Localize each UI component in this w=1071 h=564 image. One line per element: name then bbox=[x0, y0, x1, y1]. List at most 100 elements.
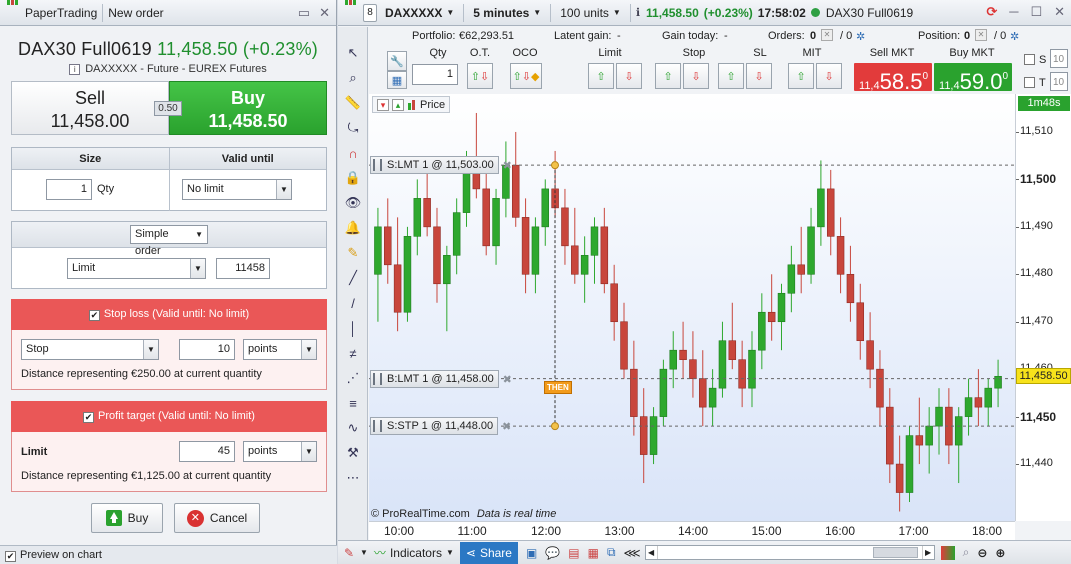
price-axis[interactable]: 1m48s 11,44011,45011,46011,47011,48011,4… bbox=[1015, 94, 1071, 521]
stop-buy-button[interactable]: ⇧ bbox=[655, 63, 681, 89]
buy-button[interactable]: Buy 11,458.50 bbox=[169, 81, 327, 135]
minimize-icon[interactable]: ─ bbox=[1009, 4, 1018, 20]
share-button[interactable]: ⋖ Share bbox=[459, 541, 518, 564]
drag-handle-icon[interactable] bbox=[373, 420, 382, 433]
tab-papertrading[interactable]: PaperTrading bbox=[25, 6, 97, 20]
eye-icon[interactable]: 👁 bbox=[341, 192, 365, 214]
sell-marker-icon[interactable]: ▾ bbox=[377, 98, 389, 111]
scroll-right-icon[interactable]: ▶ bbox=[921, 546, 934, 559]
horizontal-scrollbar[interactable]: ◀ ▶ bbox=[644, 545, 935, 560]
ot-button[interactable]: ⇧ ⇩ bbox=[467, 63, 493, 89]
orders-clear-icon[interactable]: ✕ bbox=[821, 29, 833, 41]
position-settings-icon[interactable]: ✲ bbox=[1010, 30, 1019, 43]
compare-icon[interactable]: ⧉ bbox=[607, 545, 616, 560]
order-label[interactable]: B:LMT 1 @ 11,458.00 ✖ bbox=[370, 369, 512, 388]
stop-unit-select[interactable]: points ▼ bbox=[243, 339, 317, 360]
zoom-fit-icon[interactable]: ⌕ bbox=[963, 545, 970, 560]
alert-bell-icon[interactable]: 🔔 bbox=[341, 217, 365, 239]
scroll-left-icon[interactable]: ◀ bbox=[646, 546, 658, 559]
time-axis[interactable]: 10:00 11:00 12:00 13:00 14:00 15:00 16:00 17:00… bbox=[369, 521, 1015, 540]
stop-type-select[interactable]: Stop ▼ bbox=[21, 339, 159, 360]
order-label[interactable]: S:STP 1 @ 11,448.00 ✖ bbox=[370, 417, 511, 436]
units-select[interactable]: 100 units ▼ bbox=[556, 3, 625, 23]
wave-icon[interactable]: ∿ bbox=[341, 417, 365, 439]
scroll-thumb[interactable] bbox=[872, 547, 918, 558]
line-icon[interactable]: / bbox=[341, 292, 365, 314]
pencil-icon[interactable]: ✎ bbox=[338, 546, 360, 560]
ruler-icon[interactable]: 📏 bbox=[341, 92, 365, 114]
indicators-button[interactable]: Indicators bbox=[390, 546, 442, 560]
buy-mkt-button[interactable]: 11,459.00 bbox=[934, 63, 1012, 94]
t-checkbox[interactable] bbox=[1024, 77, 1035, 88]
order-label[interactable]: S:LMT 1 @ 11,503.00 ✖ bbox=[370, 156, 512, 175]
sl-sell-button[interactable]: ⇩ bbox=[746, 63, 772, 89]
chart-info-icon[interactable]: ℹ bbox=[636, 6, 640, 19]
profit-target-header[interactable]: ✔ Profit target (Valid until: No limit) bbox=[11, 401, 327, 432]
mit-sell-button[interactable]: ⇩ bbox=[816, 63, 842, 89]
orders-settings-icon[interactable]: ✲ bbox=[856, 30, 865, 43]
sell-mkt-button[interactable]: 11,458.50 bbox=[854, 63, 932, 94]
vertical-line-icon[interactable]: │ bbox=[341, 317, 365, 339]
drag-handle-icon[interactable] bbox=[373, 372, 382, 385]
oco-button[interactable]: ⇧ ⇩ ◆ bbox=[510, 63, 542, 89]
info-icon[interactable]: i bbox=[69, 64, 81, 75]
t-points-input[interactable]: 10 bbox=[1050, 72, 1068, 91]
screener-icon[interactable]: ▣ bbox=[526, 546, 537, 560]
timeframe-select[interactable]: 5 minutes ▼ bbox=[469, 3, 545, 23]
grid-icon[interactable]: ▦ bbox=[588, 546, 599, 560]
minimize-icon[interactable]: ▭ bbox=[298, 5, 310, 21]
drag-handle-icon[interactable] bbox=[373, 159, 382, 172]
color-icon[interactable] bbox=[940, 545, 955, 560]
magnet-icon[interactable]: ∩ bbox=[341, 142, 365, 164]
valid-until-select[interactable]: No limit ▼ bbox=[182, 179, 292, 200]
comments-icon[interactable]: 💬 bbox=[545, 546, 560, 560]
close-order-icon[interactable]: ✖ bbox=[502, 419, 511, 435]
alert-edit-icon[interactable]: ✎ bbox=[341, 242, 365, 264]
preview-checkbox[interactable]: ✔ bbox=[5, 551, 16, 562]
zoom-icon[interactable]: ⌕ bbox=[341, 67, 365, 89]
qty-input[interactable]: 1 bbox=[46, 179, 92, 200]
chevron-down-icon[interactable]: ▼ bbox=[360, 548, 368, 557]
maximize-icon[interactable]: ☐ bbox=[1030, 4, 1042, 20]
s-points-input[interactable]: 10 bbox=[1050, 49, 1068, 68]
close-order-icon[interactable]: ✖ bbox=[503, 158, 512, 174]
close-icon[interactable]: ✕ bbox=[319, 5, 330, 21]
segment-icon[interactable]: ╱ bbox=[341, 267, 365, 289]
cancel-button[interactable]: ✕ Cancel bbox=[174, 503, 260, 533]
profit-unit-select[interactable]: points ▼ bbox=[243, 441, 317, 462]
sell-button[interactable]: Sell 11,458.00 bbox=[11, 81, 169, 135]
profit-target-checkbox[interactable]: ✔ bbox=[83, 412, 95, 423]
more-tools-icon[interactable]: ⋯ bbox=[341, 467, 365, 489]
limit-price-input[interactable]: 11458 bbox=[216, 258, 270, 279]
toolbar-qty-input[interactable]: 1 bbox=[412, 64, 458, 85]
fan-icon[interactable]: ⋰ bbox=[341, 367, 365, 389]
stop-value-input[interactable]: 10 bbox=[179, 339, 235, 360]
order-mode-select[interactable]: Simple order ▼ bbox=[130, 225, 208, 257]
zoom-out-icon[interactable]: ⊖ bbox=[977, 546, 987, 560]
select-icon[interactable]: ⤿ bbox=[341, 117, 365, 139]
close-icon[interactable]: ✕ bbox=[1054, 4, 1065, 20]
ticker-select[interactable]: DAXXXXX ▼ bbox=[381, 3, 458, 23]
zoom-in-icon[interactable]: ⊕ bbox=[995, 546, 1005, 560]
sl-buy-button[interactable]: ⇧ bbox=[718, 63, 744, 89]
stop-sell-button[interactable]: ⇩ bbox=[683, 63, 709, 89]
stop-loss-header[interactable]: ✔ Stop loss (Valid until: No limit) bbox=[11, 299, 327, 330]
buy-marker-icon[interactable]: ▴ bbox=[392, 98, 404, 111]
limit-buy-button[interactable]: ⇧ bbox=[588, 63, 614, 89]
list-icon[interactable]: ▤ bbox=[568, 546, 579, 560]
confirm-buy-button[interactable]: Buy bbox=[91, 503, 163, 533]
wrench-icon[interactable]: 🔧 bbox=[387, 51, 407, 71]
refresh-icon[interactable]: ⟳ bbox=[986, 4, 997, 20]
tools-icon[interactable]: ⚒ bbox=[341, 442, 365, 464]
limit-sell-button[interactable]: ⇩ bbox=[616, 63, 642, 89]
order-type-select[interactable]: Limit ▼ bbox=[67, 258, 206, 279]
scroll-left-far-icon[interactable]: ⋘ bbox=[624, 546, 641, 560]
lock-icon[interactable]: 🔒 bbox=[341, 167, 365, 189]
close-order-icon[interactable]: ✖ bbox=[503, 372, 512, 388]
profit-value-input[interactable]: 45 bbox=[179, 441, 235, 462]
mit-buy-button[interactable]: ⇧ bbox=[788, 63, 814, 89]
channel-icon[interactable]: ≠ bbox=[341, 342, 365, 364]
link-icon[interactable]: 8 bbox=[363, 3, 377, 22]
fibonacci-icon[interactable]: ≡ bbox=[341, 392, 365, 414]
stop-loss-checkbox[interactable]: ✔ bbox=[88, 310, 100, 321]
